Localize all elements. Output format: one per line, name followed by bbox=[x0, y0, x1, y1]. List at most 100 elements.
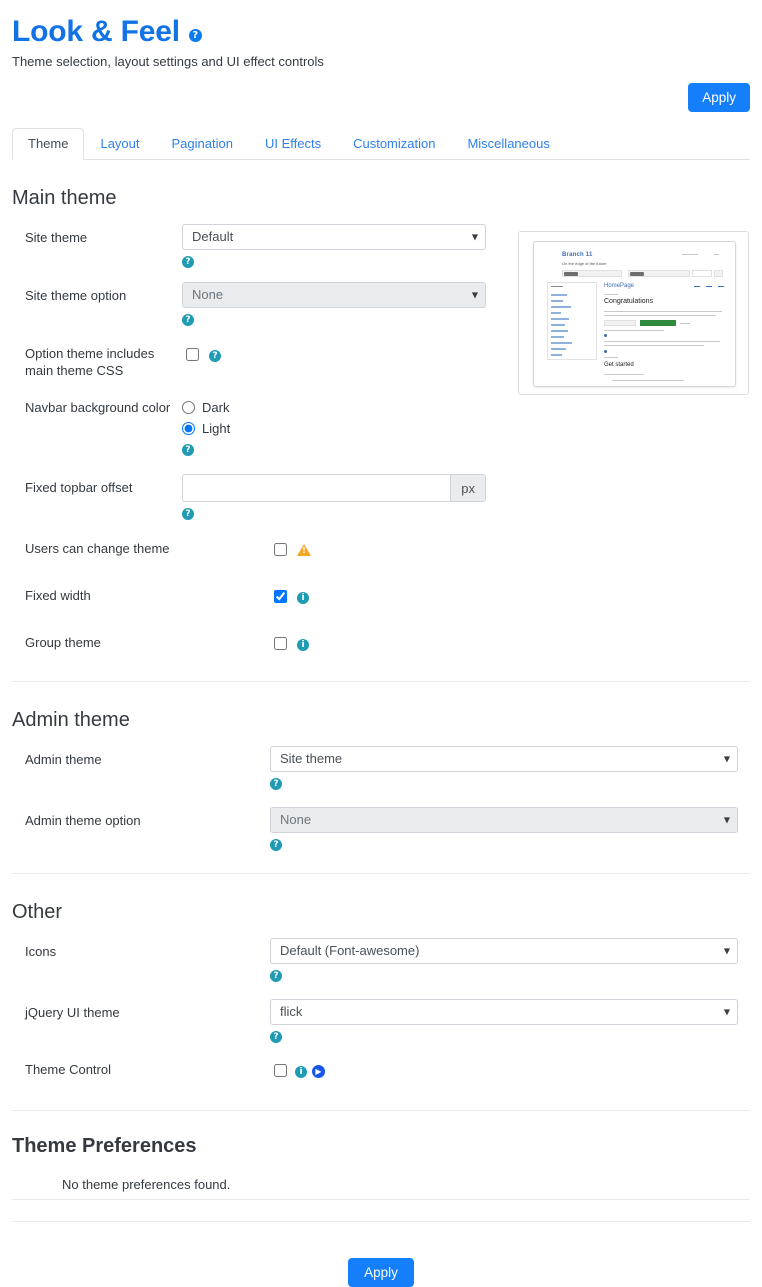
help-icon-admin-theme-option[interactable]: ? bbox=[270, 836, 738, 851]
preview-deco bbox=[604, 350, 607, 353]
form-row-theme-control: Theme Control i ▶ bbox=[12, 1061, 750, 1087]
admin-theme-option-select[interactable]: None bbox=[270, 807, 738, 833]
form-row-fixed-topbar-offset: Fixed topbar offset px ? bbox=[12, 474, 750, 520]
preview-deco bbox=[682, 254, 698, 255]
tab-ui-effects[interactable]: UI Effects bbox=[249, 128, 337, 160]
label-theme-control: Theme Control bbox=[12, 1061, 270, 1078]
label-site-theme-option: Site theme option bbox=[12, 282, 182, 304]
tab-pagination[interactable]: Pagination bbox=[156, 128, 249, 160]
section-heading-theme-preferences: Theme Preferences bbox=[12, 1135, 750, 1158]
question-circle-glyph: ? bbox=[270, 1031, 282, 1043]
tab-miscellaneous[interactable]: Miscellaneous bbox=[451, 128, 565, 160]
preview-deco bbox=[604, 315, 716, 316]
form-row-admin-theme-option: Admin theme option None ▼ ? bbox=[12, 807, 750, 851]
theme-preview-box: Branch 11 On the edge of the future bbox=[518, 231, 749, 395]
preview-deco bbox=[604, 320, 636, 326]
admin-theme-select[interactable]: Site theme bbox=[270, 746, 738, 772]
checkbox-fixed-width[interactable] bbox=[274, 590, 287, 603]
preview-site-title: Branch 11 bbox=[562, 252, 592, 258]
checkbox-option-theme-includes-main-theme-css[interactable] bbox=[186, 348, 199, 361]
tab-customization[interactable]: Customization bbox=[337, 128, 451, 160]
info-circle-icon[interactable]: i bbox=[297, 636, 309, 651]
tab-theme[interactable]: Theme bbox=[12, 128, 84, 160]
form-row-jquery-ui-theme: jQuery UI theme flick ▼ ? bbox=[12, 999, 750, 1043]
admin-theme-option-select-wrap: None ▼ bbox=[270, 807, 738, 833]
help-icon-icons[interactable]: ? bbox=[270, 967, 738, 982]
section-heading-admin-theme: Admin theme bbox=[12, 708, 750, 732]
preview-deco bbox=[551, 336, 564, 338]
label-fixed-width: Fixed width bbox=[12, 587, 270, 604]
table-row-spacer bbox=[12, 1200, 750, 1222]
icons-select-wrap: Default (Font-awesome) ▼ bbox=[270, 938, 738, 964]
info-circle-glyph: i bbox=[297, 639, 309, 651]
jquery-ui-theme-select[interactable]: flick bbox=[270, 999, 738, 1025]
apply-button-top[interactable]: Apply bbox=[688, 83, 750, 112]
checkbox-group-theme[interactable] bbox=[274, 637, 287, 650]
preview-progress-bar bbox=[640, 320, 676, 326]
label-option-theme-includes-main-theme-css: Option theme includes main theme CSS bbox=[12, 340, 182, 379]
preview-deco bbox=[604, 294, 618, 295]
label-fixed-topbar-offset: Fixed topbar offset bbox=[12, 474, 182, 496]
info-circle-glyph: i bbox=[295, 1066, 307, 1078]
tab-layout[interactable]: Layout bbox=[84, 128, 155, 160]
preview-deco bbox=[714, 254, 719, 255]
question-circle-glyph: ? bbox=[182, 314, 194, 326]
jquery-ui-theme-select-wrap: flick ▼ bbox=[270, 999, 738, 1025]
info-circle-icon[interactable]: i bbox=[295, 1063, 307, 1078]
theme-preferences-empty-message: No theme preferences found. bbox=[12, 1170, 750, 1200]
checkbox-users-can-change-theme[interactable] bbox=[274, 543, 287, 556]
label-jquery-ui-theme: jQuery UI theme bbox=[12, 999, 270, 1021]
theme-preferences-table: No theme preferences found. bbox=[12, 1170, 750, 1222]
question-circle-glyph: ? bbox=[182, 508, 194, 520]
preview-deco bbox=[551, 318, 569, 320]
checkbox-theme-control[interactable] bbox=[274, 1064, 287, 1077]
section-heading-main-theme: Main theme bbox=[12, 186, 750, 210]
preview-deco bbox=[604, 330, 664, 331]
info-circle-glyph: i bbox=[297, 592, 309, 604]
radio-navbar-light[interactable] bbox=[182, 422, 195, 435]
help-icon-admin-theme[interactable]: ? bbox=[270, 775, 738, 790]
preview-deco bbox=[714, 270, 723, 277]
section-heading-other: Other bbox=[12, 900, 750, 924]
site-theme-option-select[interactable]: None bbox=[182, 282, 486, 308]
help-icon-option-includes-css[interactable]: ? bbox=[209, 347, 221, 362]
info-circle-icon[interactable]: i bbox=[297, 589, 309, 604]
preview-deco bbox=[551, 300, 563, 302]
play-circle-icon[interactable]: ▶ bbox=[312, 1063, 325, 1078]
help-icon-jquery-ui-theme[interactable]: ? bbox=[270, 1028, 738, 1043]
settings-tabs: Theme Layout Pagination UI Effects Custo… bbox=[12, 129, 750, 160]
label-navbar-dark[interactable]: Dark bbox=[202, 400, 229, 415]
site-theme-select[interactable]: Default bbox=[182, 224, 486, 250]
page-subtitle: Theme selection, layout settings and UI … bbox=[12, 54, 750, 69]
question-circle-glyph: ? bbox=[209, 350, 221, 362]
question-circle-glyph: ? bbox=[182, 256, 194, 268]
label-users-can-change-theme: Users can change theme bbox=[12, 540, 270, 557]
label-navbar-light[interactable]: Light bbox=[202, 421, 230, 436]
fixed-topbar-offset-input[interactable] bbox=[182, 474, 450, 502]
help-icon-fixed-topbar-offset[interactable]: ? bbox=[182, 505, 486, 520]
question-circle-icon[interactable]: ? bbox=[189, 27, 202, 42]
preview-deco bbox=[551, 294, 567, 296]
apply-toolbar-bottom: Apply bbox=[12, 1258, 750, 1287]
divider-after-main-theme bbox=[12, 681, 750, 682]
help-icon-site-theme-option[interactable]: ? bbox=[182, 311, 486, 326]
preview-deco bbox=[718, 286, 724, 287]
site-theme-option-select-wrap: None ▼ bbox=[182, 282, 486, 308]
help-icon-site-theme[interactable]: ? bbox=[182, 253, 486, 268]
preview-section-1: Congratulations bbox=[604, 298, 653, 305]
radio-navbar-dark[interactable] bbox=[182, 401, 195, 414]
preview-deco bbox=[551, 312, 561, 314]
preview-deco bbox=[604, 345, 704, 346]
table-row: No theme preferences found. bbox=[12, 1170, 750, 1200]
preview-deco bbox=[604, 311, 722, 312]
apply-button-bottom[interactable]: Apply bbox=[348, 1258, 414, 1287]
form-row-users-can-change-theme: Users can change theme bbox=[12, 540, 750, 566]
preview-deco bbox=[604, 357, 618, 358]
icons-select[interactable]: Default (Font-awesome) bbox=[270, 938, 738, 964]
table-cell-spacer bbox=[12, 1200, 750, 1222]
page-header: Look & Feel ? bbox=[12, 0, 750, 50]
preview-deco bbox=[604, 341, 720, 342]
help-icon-navbar-background-color[interactable]: ? bbox=[182, 441, 230, 456]
label-admin-theme-option: Admin theme option bbox=[12, 807, 270, 829]
warning-triangle-icon[interactable] bbox=[297, 544, 311, 556]
